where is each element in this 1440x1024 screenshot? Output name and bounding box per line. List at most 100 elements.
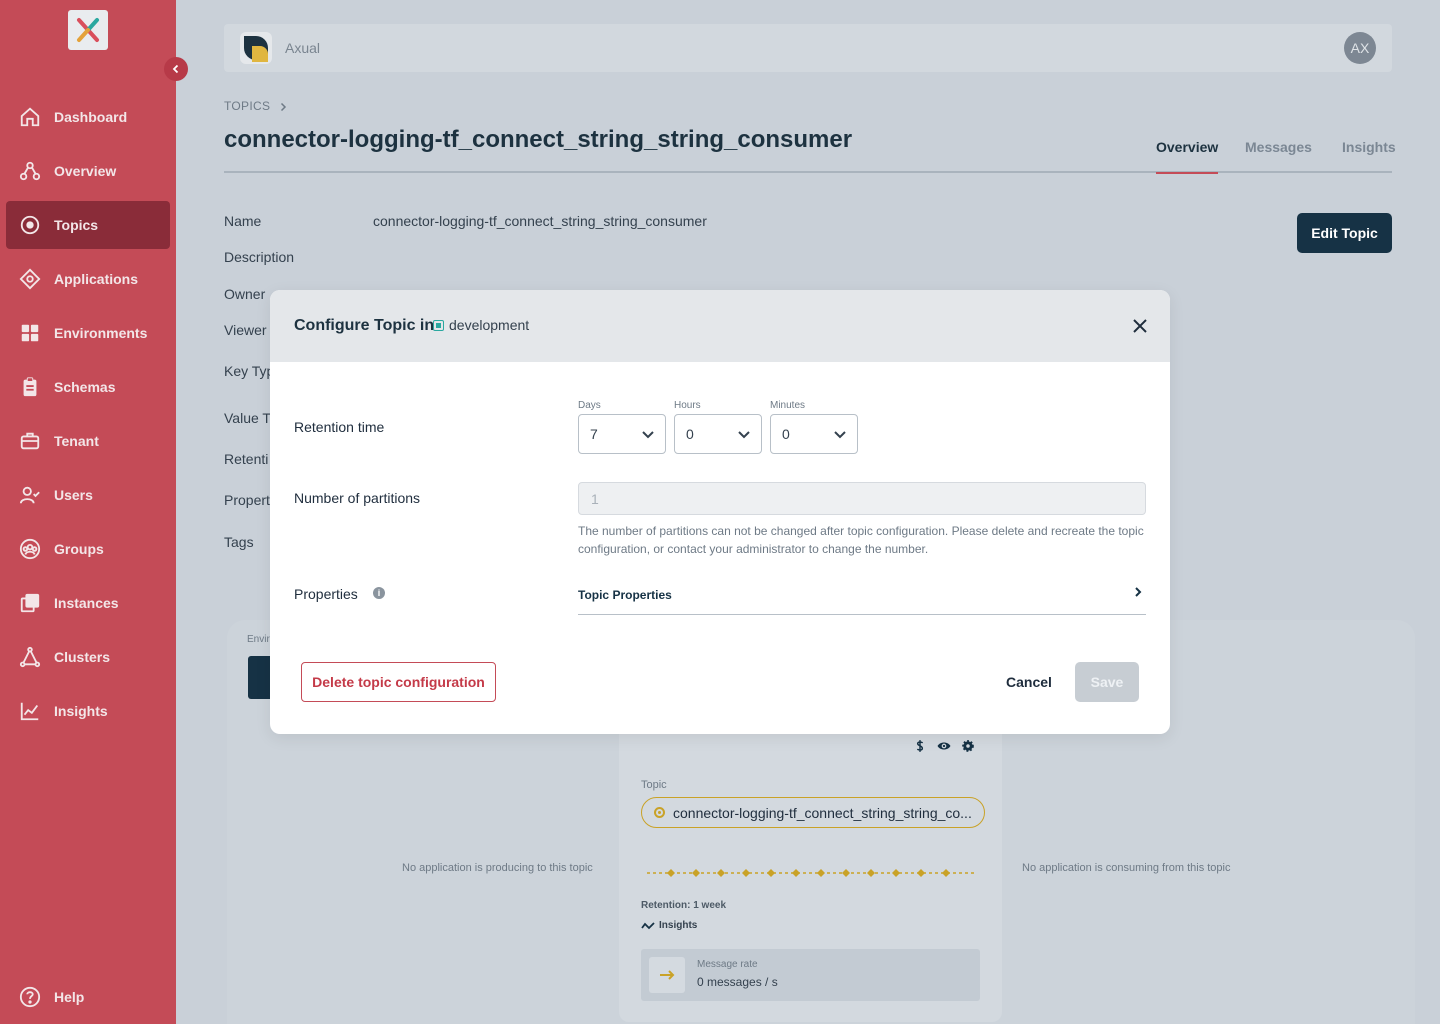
groups-icon bbox=[18, 537, 42, 561]
edit-topic-button[interactable]: Edit Topic bbox=[1297, 213, 1392, 253]
insights-link-label: Insights bbox=[659, 920, 698, 931]
retention-label: Retenti bbox=[224, 451, 269, 467]
sidebar-item-overview[interactable]: Overview bbox=[6, 147, 170, 195]
chevron-down-icon bbox=[642, 431, 654, 439]
tab-overview[interactable]: Overview bbox=[1156, 139, 1219, 174]
sidebar-item-users[interactable]: Users bbox=[6, 471, 170, 519]
sidebar-item-label: Insights bbox=[54, 703, 108, 719]
topic-properties-label: Topic Properties bbox=[578, 588, 672, 602]
sidebar-item-label: Dashboard bbox=[54, 109, 128, 125]
sidebar-item-insights[interactable]: Insights bbox=[6, 687, 170, 735]
save-button[interactable]: Save bbox=[1075, 662, 1139, 702]
users-icon bbox=[18, 483, 42, 507]
insights-link[interactable]: Insights bbox=[641, 920, 697, 931]
tab-insights[interactable]: Insights bbox=[1342, 139, 1396, 155]
message-rate-value: 0 messages / s bbox=[697, 975, 778, 989]
sidebar-item-tenant[interactable]: Tenant bbox=[6, 417, 170, 465]
gear-icon[interactable] bbox=[960, 738, 976, 754]
partitions-label: Number of partitions bbox=[294, 490, 421, 506]
sidebar-item-topics[interactable]: Topics bbox=[6, 201, 170, 249]
cluster-icon bbox=[18, 645, 42, 669]
partitions-helper-text: The number of partitions can not be chan… bbox=[578, 524, 1144, 556]
org-logo bbox=[240, 32, 272, 64]
no-consumer-text: No application is consuming from this to… bbox=[1022, 862, 1231, 874]
breadcrumb: TOPICS bbox=[224, 99, 288, 113]
environment-name: development bbox=[449, 317, 530, 333]
topic-pill-name: connector-logging-tf_connect_string_stri… bbox=[673, 804, 972, 821]
retention-time-label: Retention time bbox=[294, 419, 385, 435]
dollar-icon[interactable] bbox=[912, 738, 928, 754]
top-bar: Axual AX bbox=[224, 24, 1392, 72]
sidebar-item-applications[interactable]: Applications bbox=[6, 255, 170, 303]
sidebar-item-environments[interactable]: Environments bbox=[6, 309, 170, 357]
viewer-label: Viewer bbox=[224, 322, 267, 338]
app-logo[interactable] bbox=[68, 10, 108, 50]
sidebar-item-label: Applications bbox=[54, 271, 139, 287]
owner-label: Owner bbox=[224, 286, 266, 302]
close-button[interactable] bbox=[1130, 316, 1150, 336]
application-icon bbox=[18, 267, 42, 291]
hours-value: 0 bbox=[686, 426, 694, 442]
sidebar-item-groups[interactable]: Groups bbox=[6, 525, 170, 573]
axual-x-icon bbox=[77, 18, 99, 42]
chevron-right-icon bbox=[1135, 587, 1142, 597]
retention-text: Retention: 1 week bbox=[641, 900, 727, 911]
topic-pill[interactable]: connector-logging-tf_connect_string_stri… bbox=[641, 797, 985, 828]
sidebar-item-instances[interactable]: Instances bbox=[6, 579, 170, 627]
delete-topic-configuration-button[interactable]: Delete topic configuration bbox=[301, 662, 496, 702]
chevron-right-icon bbox=[280, 102, 286, 111]
key-type-label: Key Typ bbox=[224, 363, 275, 379]
minutes-select[interactable]: 0 bbox=[770, 414, 858, 454]
hours-select[interactable]: 0 bbox=[674, 414, 762, 454]
properties-label: Properties bbox=[294, 586, 358, 602]
dialog-header: Configure Topic in development bbox=[270, 290, 1170, 362]
sidebar: Dashboard Overview Topics Applications E… bbox=[0, 0, 176, 1024]
cancel-button[interactable]: Cancel bbox=[1000, 662, 1058, 702]
hours-label: Hours bbox=[674, 400, 701, 411]
partitions-input[interactable]: 1 bbox=[578, 482, 1146, 515]
info-icon[interactable]: i bbox=[373, 587, 385, 599]
sidebar-item-dashboard[interactable]: Dashboard bbox=[6, 93, 170, 141]
clipboard-icon bbox=[18, 375, 42, 399]
sidebar-item-clusters[interactable]: Clusters bbox=[6, 633, 170, 681]
minutes-value: 0 bbox=[782, 426, 790, 442]
sidebar-item-schemas[interactable]: Schemas bbox=[6, 363, 170, 411]
sidebar-item-help[interactable]: Help bbox=[6, 973, 170, 1021]
briefcase-icon bbox=[18, 429, 42, 453]
sidebar-item-label: Users bbox=[54, 487, 93, 503]
home-icon bbox=[18, 105, 42, 129]
sidebar-item-label: Instances bbox=[54, 595, 119, 611]
help-icon bbox=[18, 985, 42, 1009]
chevron-left-icon bbox=[172, 64, 179, 74]
sidebar-item-label: Tenant bbox=[54, 433, 99, 449]
insights-icon bbox=[18, 699, 42, 723]
minutes-label: Minutes bbox=[770, 400, 806, 411]
topic-icon bbox=[654, 807, 665, 818]
days-value: 7 bbox=[590, 426, 598, 442]
org-logo-icon bbox=[244, 36, 268, 62]
sidebar-item-label: Environments bbox=[54, 325, 148, 341]
no-producer-text: No application is producing to this topi… bbox=[402, 862, 593, 874]
topic-flow-line bbox=[647, 869, 975, 877]
environment-tag: development bbox=[433, 317, 529, 333]
properties-label: Propert bbox=[224, 492, 270, 508]
description-label: Description bbox=[224, 249, 295, 265]
sidebar-item-label: Schemas bbox=[54, 379, 116, 395]
environment-label: Envir bbox=[247, 634, 270, 645]
days-label: Days bbox=[578, 400, 601, 411]
dialog-title: Configure Topic in bbox=[294, 317, 435, 334]
days-select[interactable]: 7 bbox=[578, 414, 666, 454]
topic-properties-expander[interactable]: Topic Properties bbox=[578, 582, 1146, 615]
sidebar-item-label: Help bbox=[54, 989, 85, 1005]
value-type-label: Value T bbox=[224, 410, 271, 426]
tab-messages[interactable]: Messages bbox=[1245, 139, 1312, 155]
eye-icon[interactable] bbox=[936, 738, 952, 754]
breadcrumb-topics-link[interactable]: TOPICS bbox=[224, 99, 270, 113]
topic-card-actions bbox=[912, 738, 976, 754]
collapse-sidebar-button[interactable] bbox=[164, 57, 188, 81]
configure-topic-dialog: Configure Topic in development Retention… bbox=[270, 290, 1170, 734]
user-avatar[interactable]: AX bbox=[1344, 32, 1376, 64]
arrow-right-icon bbox=[649, 957, 685, 993]
page-title: connector-logging-tf_connect_string_stri… bbox=[224, 126, 853, 153]
environment-icon bbox=[433, 319, 444, 331]
